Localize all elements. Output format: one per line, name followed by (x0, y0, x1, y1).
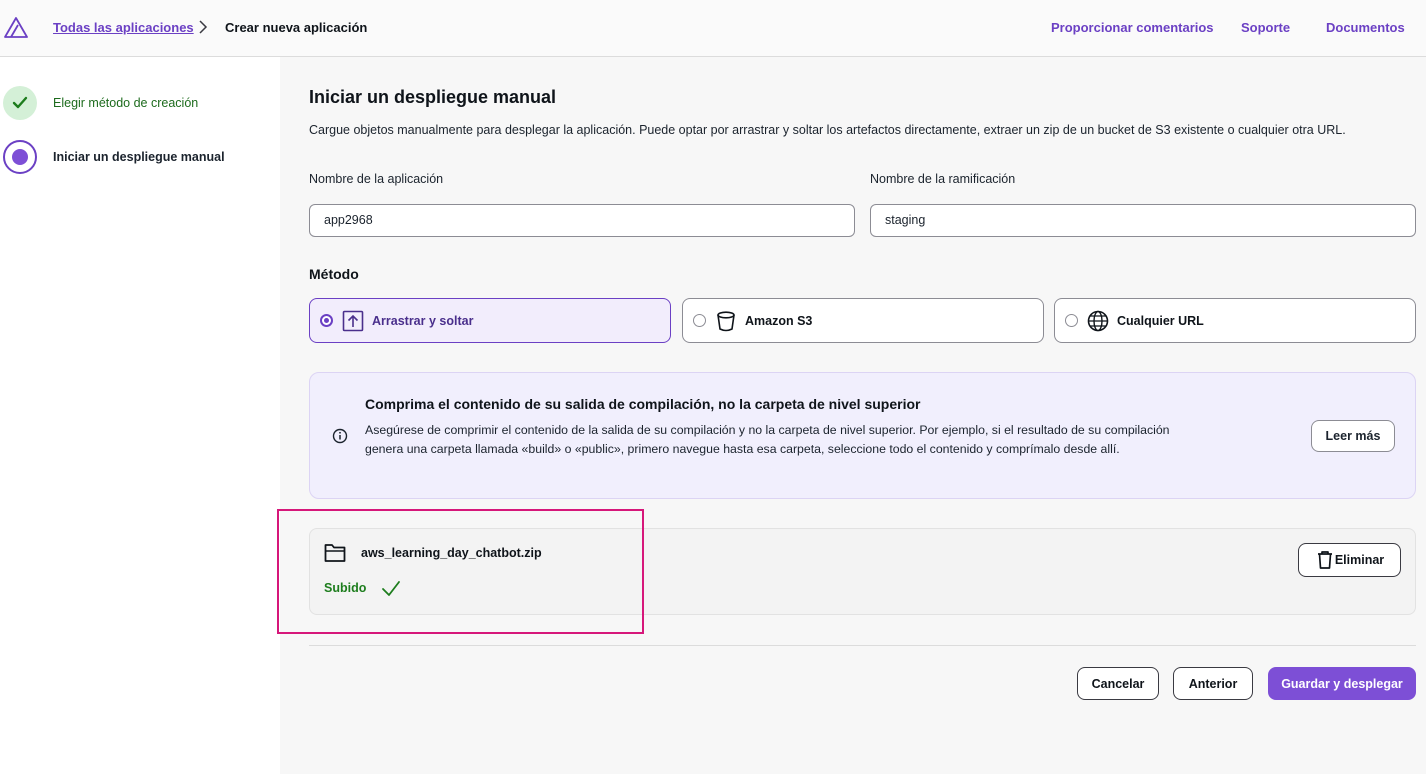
wizard-step-manual-deploy[interactable]: Iniciar un despliegue manual (3, 140, 225, 174)
app-name-label: Nombre de la aplicación (309, 172, 444, 186)
bucket-icon (715, 310, 737, 332)
feedback-link[interactable]: Proporcionar comentarios (1051, 20, 1214, 35)
page-description: Cargue objetos manualmente para desplega… (309, 123, 1346, 137)
wizard-step-choose-method[interactable]: Elegir método de creación (3, 86, 198, 120)
chevron-right-icon (199, 20, 208, 34)
main-content: Iniciar un despliegue manual Cargue obje… (280, 57, 1426, 774)
folder-icon (324, 544, 346, 562)
method-option-drag-drop[interactable]: Arrastrar y soltar (309, 298, 671, 343)
method-heading: Método (309, 266, 359, 282)
radio-unselected[interactable] (693, 314, 706, 327)
file-name: aws_learning_day_chatbot.zip (361, 546, 542, 560)
step-active-indicator (3, 140, 37, 174)
save-and-deploy-button[interactable]: Guardar y desplegar (1268, 667, 1416, 700)
delete-file-button[interactable]: Eliminar (1298, 543, 1401, 577)
upload-status: Subido (324, 581, 367, 595)
top-navigation: Todas las aplicaciones Crear nueva aplic… (0, 0, 1426, 57)
success-check-icon (382, 581, 400, 596)
documents-link[interactable]: Documentos (1326, 20, 1405, 35)
check-icon (12, 96, 28, 109)
divider (309, 645, 1416, 646)
info-title: Comprima el contenido de su salida de co… (365, 396, 921, 412)
cancel-button[interactable]: Cancelar (1077, 667, 1159, 700)
radio-unselected[interactable] (1065, 314, 1078, 327)
branch-name-input[interactable]: staging (870, 204, 1416, 237)
amplify-logo-icon[interactable] (4, 16, 28, 38)
globe-icon (1087, 310, 1109, 332)
step-label-manual-deploy: Iniciar un despliegue manual (53, 150, 225, 164)
method-option-url[interactable]: Cualquier URL (1054, 298, 1416, 343)
read-more-button[interactable]: Leer más (1311, 420, 1395, 452)
method-option-s3[interactable]: Amazon S3 (682, 298, 1044, 343)
trash-icon (1317, 551, 1332, 569)
branch-name-label: Nombre de la ramificación (870, 172, 1016, 186)
step-label-choose-method: Elegir método de creación (53, 96, 199, 110)
breadcrumb-all-apps-link[interactable]: Todas las aplicaciones (53, 20, 194, 35)
wizard-sidebar: Elegir método de creación Iniciar un des… (0, 57, 280, 774)
uploaded-file-card: aws_learning_day_chatbot.zip Subido Elim… (309, 528, 1416, 615)
previous-button[interactable]: Anterior (1173, 667, 1253, 700)
app-name-input[interactable]: app2968 (309, 204, 855, 237)
upload-icon (342, 310, 364, 332)
support-link[interactable]: Soporte (1241, 20, 1290, 35)
info-alert: Comprima el contenido de su salida de co… (309, 372, 1416, 499)
info-text: Asegúrese de comprimir el contenido de l… (365, 423, 1170, 456)
method-label-drag-drop: Arrastrar y soltar (372, 313, 474, 328)
breadcrumb-current: Crear nueva aplicación (225, 20, 368, 35)
step-completed-indicator (3, 86, 37, 120)
method-label-s3: Amazon S3 (745, 313, 813, 328)
info-icon (332, 428, 348, 444)
delete-button-label: Eliminar (1334, 553, 1385, 567)
page-title: Iniciar un despliegue manual (309, 87, 557, 107)
radio-selected[interactable] (320, 314, 333, 327)
method-label-url: Cualquier URL (1117, 313, 1204, 328)
